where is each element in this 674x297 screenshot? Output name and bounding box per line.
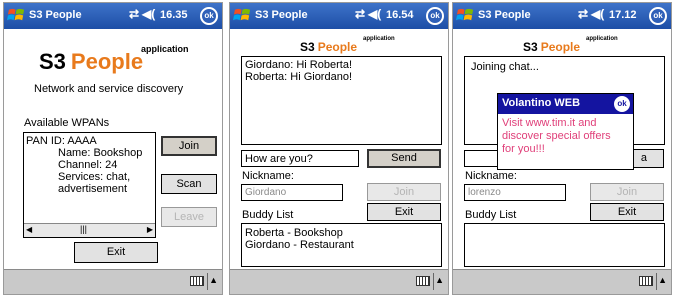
clock[interactable]: 17.12	[609, 9, 637, 21]
title-bar: S3 People ⇄ ◀( 17.12 ok	[453, 3, 671, 29]
clock[interactable]: 16.35	[160, 9, 188, 21]
app-title: S3 People	[29, 9, 82, 21]
popup-message: Visit www.tim.it and	[502, 117, 597, 129]
logo-application: application	[141, 44, 189, 54]
scroll-thumb[interactable]: |||	[80, 224, 87, 234]
app-logo: S3 People	[523, 40, 580, 54]
wpan-name: Name: Bookshop	[58, 147, 143, 159]
popup-message: discover special offers	[502, 130, 611, 142]
keyboard-icon[interactable]	[190, 276, 204, 286]
send-button-label: a	[640, 152, 647, 164]
chat-window[interactable]: Giordano: Hi Roberta! Roberta: Hi Giorda…	[241, 56, 442, 145]
chat-message: Giordano: Hi Roberta!	[245, 59, 352, 71]
logo-application: application	[586, 36, 618, 42]
app-logo: S3 People	[300, 40, 357, 54]
soft-keyboard-bar: ▲	[230, 269, 448, 294]
input-menu-arrow-icon[interactable]: ▲	[435, 275, 444, 285]
ok-button[interactable]: ok	[649, 7, 667, 25]
nickname-label: Nickname:	[242, 170, 294, 182]
nickname-input[interactable]: Giordano	[241, 184, 343, 201]
subtitle: Network and service discovery	[34, 83, 184, 95]
connectivity-icon[interactable]: ⇄	[129, 7, 139, 21]
chat-message: Roberta: Hi Giordano!	[245, 71, 352, 83]
bar-divider	[207, 273, 208, 290]
ok-button[interactable]: ok	[200, 7, 218, 25]
logo-application: application	[363, 36, 395, 42]
volume-icon[interactable]: ◀(	[142, 7, 155, 21]
buddy-list[interactable]: Roberta - Bookshop Giordano - Restaurant	[241, 223, 442, 267]
app-title: S3 People	[255, 9, 308, 21]
scroll-right-icon[interactable]: ▶	[147, 225, 153, 234]
exit-button[interactable]: Exit	[367, 203, 441, 221]
logo-s3: S3	[39, 49, 66, 74]
chat-status: Joining chat...	[471, 61, 539, 73]
wpan-pan-id: PAN ID: AAAA	[26, 135, 97, 147]
logo-people: People	[317, 40, 358, 54]
logo-s3: S3	[300, 40, 315, 54]
clock[interactable]: 16.54	[386, 9, 414, 21]
popup-message: for you!!!	[502, 143, 545, 155]
volume-icon[interactable]: ◀(	[368, 7, 381, 21]
wpan-services-cont: advertisement	[58, 183, 128, 195]
connectivity-icon[interactable]: ⇄	[578, 7, 588, 21]
app-logo: S3 People	[39, 49, 143, 75]
popup-ok-button[interactable]: ok	[614, 96, 630, 112]
send-button[interactable]: Send	[367, 149, 441, 168]
keyboard-icon[interactable]	[639, 276, 653, 286]
input-menu-arrow-icon[interactable]: ▲	[658, 275, 667, 285]
wpan-list[interactable]: PAN ID: AAAA Name: Bookshop Channel: 24 …	[23, 132, 156, 238]
join-button[interactable]: Join	[161, 136, 217, 156]
nickname-label: Nickname:	[465, 170, 517, 182]
wpan-channel: Channel: 24	[58, 159, 118, 171]
exit-button[interactable]: Exit	[74, 242, 158, 263]
join-button[interactable]: Join	[367, 183, 441, 201]
screen-discovery: S3 People ⇄ ◀( 16.35 ok S3 People applica…	[3, 2, 223, 295]
soft-keyboard-bar: ▲	[4, 269, 222, 294]
soft-keyboard-bar: ▲	[453, 269, 671, 294]
keyboard-icon[interactable]	[416, 276, 430, 286]
leave-button[interactable]: Leave	[161, 207, 217, 227]
popup-title-bar: Volantino WEB ok	[498, 94, 633, 114]
popup-title: Volantino WEB	[502, 97, 581, 109]
bar-divider	[433, 273, 434, 290]
title-bar: S3 People ⇄ ◀( 16.35 ok	[4, 3, 222, 29]
app-title: S3 People	[478, 9, 531, 21]
windows-start-icon[interactable]	[233, 6, 252, 25]
buddy-list-label: Buddy List	[465, 209, 517, 221]
logo-s3: S3	[523, 40, 538, 54]
volume-icon[interactable]: ◀(	[591, 7, 604, 21]
screen-chat: S3 People ⇄ ◀( 16.54 ok S3 People applica…	[229, 2, 449, 295]
scroll-left-icon[interactable]: ◀	[26, 225, 32, 234]
ok-button[interactable]: ok	[426, 7, 444, 25]
bar-divider	[656, 273, 657, 290]
wpan-label: Available WPANs	[24, 117, 110, 129]
buddy-item[interactable]: Roberta - Bookshop	[245, 227, 354, 239]
screen-popup: S3 People ⇄ ◀( 17.12 ok S3 People applica…	[452, 2, 672, 295]
notification-popup[interactable]: Volantino WEB ok Visit www.tim.it and di…	[497, 93, 634, 170]
logo-people: People	[540, 40, 581, 54]
scan-button[interactable]: Scan	[161, 174, 217, 194]
nickname-input[interactable]: lorenzo	[464, 184, 566, 201]
logo-people: People	[70, 49, 144, 74]
exit-button[interactable]: Exit	[590, 203, 664, 221]
windows-start-icon[interactable]	[456, 6, 475, 25]
message-input[interactable]: How are you?	[241, 150, 359, 167]
horizontal-scrollbar[interactable]: ◀ ||| ▶	[24, 223, 155, 237]
input-menu-arrow-icon[interactable]: ▲	[209, 275, 218, 285]
windows-start-icon[interactable]	[7, 6, 26, 25]
connectivity-icon[interactable]: ⇄	[355, 7, 365, 21]
join-button[interactable]: Join	[590, 183, 664, 201]
title-bar: S3 People ⇄ ◀( 16.54 ok	[230, 3, 448, 29]
buddy-list[interactable]	[464, 223, 665, 267]
wpan-services: Services: chat,	[58, 171, 131, 183]
buddy-list-label: Buddy List	[242, 209, 294, 221]
buddy-item[interactable]: Giordano - Restaurant	[245, 239, 354, 251]
